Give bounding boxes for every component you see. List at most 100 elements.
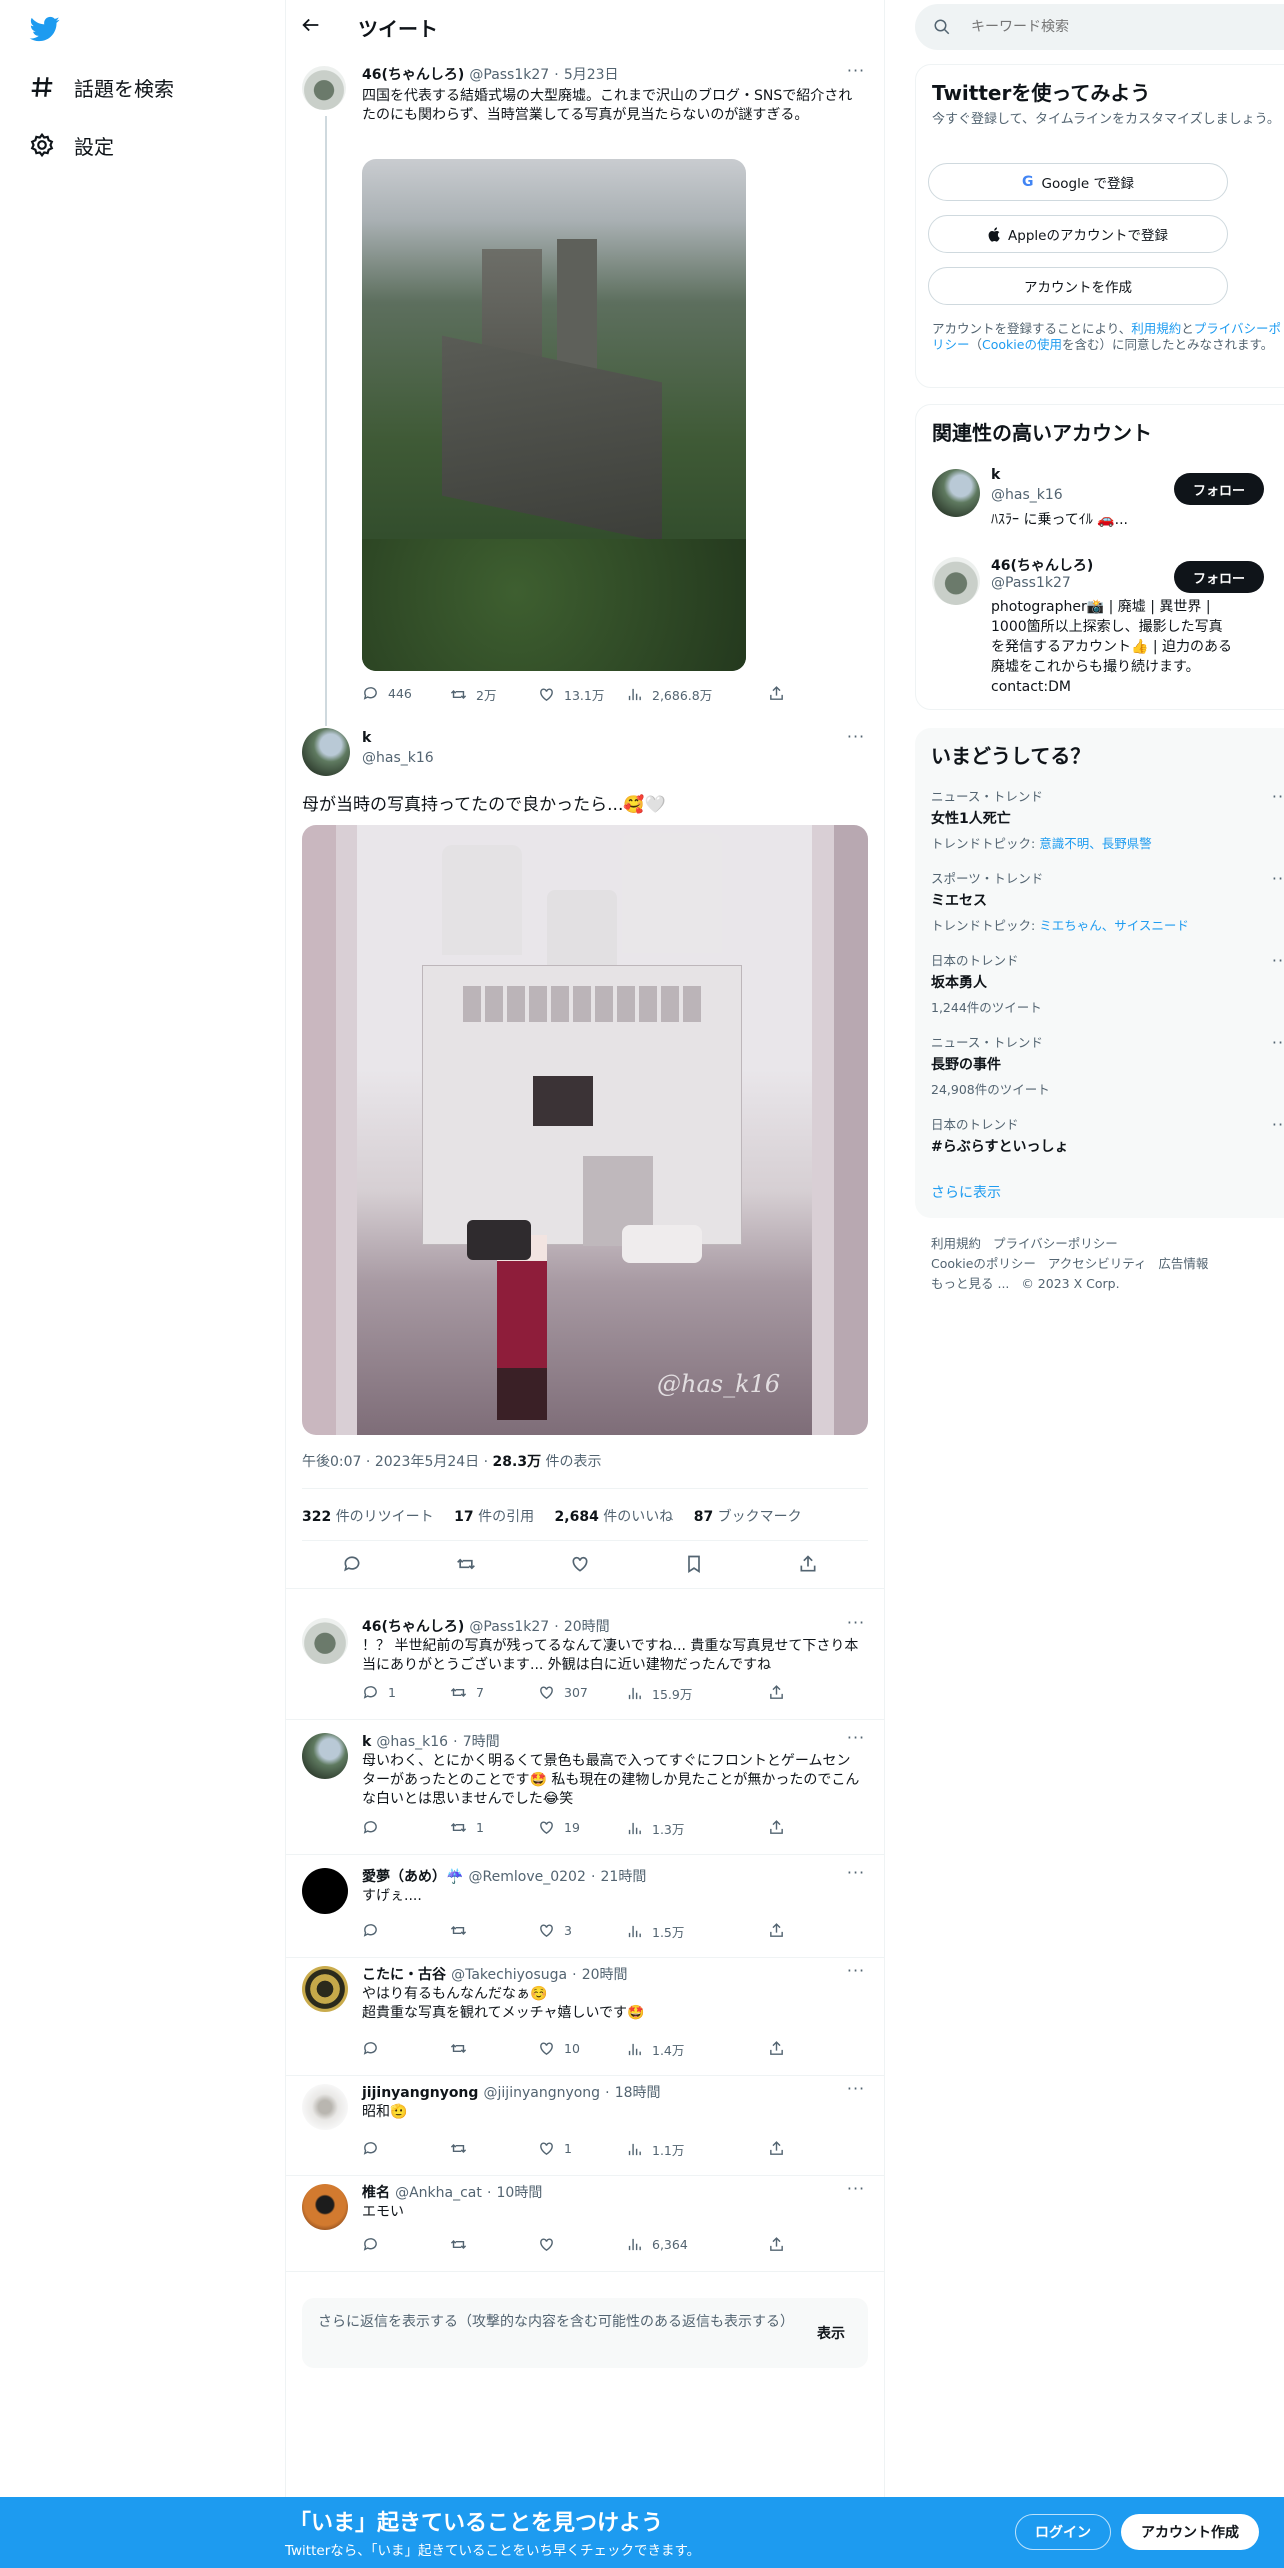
bookmarks-stat[interactable]: 87 ブックマーク (694, 1509, 802, 1525)
related-account[interactable]: k @has_k16 ﾊｽﾗｰ に乗ってｲﾙ 🚗... フォロー (932, 463, 1284, 543)
more-icon[interactable]: ··· (1271, 789, 1284, 812)
author-name[interactable]: k (362, 1734, 371, 1750)
retweet-button[interactable] (450, 2040, 476, 2057)
more-icon[interactable]: ··· (846, 1615, 866, 1638)
views-button[interactable]: 2,686.8万 (626, 685, 712, 704)
reply-tweet[interactable]: 椎名 @Ankha_cat · 10時間 ··· エモい 6,364 (286, 2176, 884, 2272)
share-button[interactable] (768, 2140, 785, 2157)
share-button[interactable] (768, 1684, 785, 1701)
trend-item[interactable]: 日本のトレンド #らぶらすといっしょ ··· (931, 1114, 1284, 1161)
more-icon[interactable]: ··· (846, 729, 866, 752)
like-button[interactable]: 13.1万 (538, 685, 604, 704)
author-handle[interactable]: @Takechiyosuga (451, 1967, 567, 1983)
share-button[interactable] (768, 1922, 785, 1939)
related-account[interactable]: 46(ちゃんしろ) @Pass1k27 photographer📸 | 廃墟 |… (932, 551, 1284, 701)
more-icon[interactable]: ··· (846, 2181, 866, 2204)
author-handle[interactable]: @Ankha_cat (395, 2185, 482, 2201)
back-arrow-icon[interactable] (300, 14, 326, 40)
like-button[interactable]: 1 (538, 2140, 572, 2157)
share-button[interactable] (768, 2040, 785, 2057)
twitter-logo-icon[interactable] (28, 14, 62, 44)
more-icon[interactable]: ··· (1271, 871, 1284, 894)
reply-button[interactable] (362, 2140, 388, 2157)
views-button[interactable]: 1.4万 (626, 2040, 684, 2059)
trend-topic-link[interactable]: ミエちゃん、サイスニード (1039, 918, 1189, 933)
like-button[interactable] (538, 2236, 564, 2253)
views-button[interactable]: 1.1万 (626, 2140, 684, 2159)
reply-tweet[interactable]: 愛夢（あめ）☔️ @Remlove_0202 · 21時間 ··· すげぇ.... 3… (286, 1860, 884, 1958)
tweet-time[interactable]: 7時間 (463, 1734, 500, 1750)
more-icon[interactable]: ··· (1271, 1117, 1284, 1140)
quotes-stat[interactable]: 17 件の引用 (454, 1509, 534, 1525)
trend-item[interactable]: 日本のトレンド坂本勇人 1,244件のツイート ··· (931, 950, 1284, 1016)
footer-ads[interactable]: 広告情報 (1158, 1256, 1208, 1271)
footer-terms[interactable]: 利用規約 (931, 1236, 981, 1251)
retweet-button[interactable] (450, 1922, 476, 1939)
account-handle[interactable]: @Pass1k27 (991, 575, 1071, 591)
avatar[interactable] (302, 2084, 348, 2130)
signup-button[interactable]: アカウント作成 (1121, 2514, 1259, 2550)
login-button[interactable]: ログイン (1015, 2514, 1111, 2550)
tweet-date[interactable]: 2023年5月24日 (375, 1454, 479, 1470)
views-button[interactable]: 1.3万 (626, 1819, 684, 1838)
nav-settings[interactable]: 設定 (28, 125, 114, 165)
more-icon[interactable]: ··· (1271, 953, 1284, 976)
more-icon[interactable]: ··· (846, 63, 866, 86)
more-icon[interactable]: ··· (1271, 1035, 1284, 1058)
trend-topic-link[interactable]: 意識不明、長野県警 (1039, 836, 1152, 851)
author-handle[interactable]: @jijinyangnyong (484, 2085, 601, 2101)
reply-icon[interactable] (342, 1554, 362, 1574)
share-icon[interactable] (798, 1554, 818, 1574)
reply-tweet[interactable]: jijinyangnyong @jijinyangnyong · 18時間 ···… (286, 2076, 884, 2176)
account-name[interactable]: 46(ちゃんしろ) (991, 555, 1093, 575)
avatar[interactable] (302, 728, 350, 776)
likes-stat[interactable]: 2,684 件のいいね (555, 1509, 674, 1525)
reply-button[interactable]: 1 (362, 1684, 396, 1701)
share-button[interactable] (768, 2236, 785, 2253)
tweet-time[interactable]: 20時間 (582, 1967, 628, 1983)
retweet-button[interactable]: 1 (450, 1819, 484, 1836)
follow-button[interactable]: フォロー (1174, 561, 1264, 593)
avatar[interactable] (932, 557, 980, 605)
nav-explore[interactable]: 話題を検索 (28, 67, 174, 107)
author-handle[interactable]: @has_k16 (362, 750, 434, 766)
author-name[interactable]: k (362, 730, 434, 746)
retweet-button[interactable]: 2万 (450, 685, 496, 704)
parent-tweet[interactable]: 46(ちゃんしろ) @Pass1k27 · 5月23日 ··· 四国を代表する結… (286, 58, 884, 726)
reply-tweet[interactable]: 46(ちゃんしろ) @Pass1k27 · 20時間 ···！？ 半世紀前の写真が… (286, 1610, 884, 1720)
author-handle[interactable]: @Remlove_0202 (469, 1869, 586, 1885)
like-button[interactable]: 19 (538, 1819, 580, 1836)
reply-button[interactable]: 446 (362, 685, 412, 702)
tweet-photo[interactable]: @has_k16 (302, 825, 868, 1435)
author-name[interactable]: こたに・古谷 (362, 1967, 446, 1983)
retweets-stat[interactable]: 322 件のリツイート (302, 1509, 434, 1525)
avatar[interactable] (302, 1966, 348, 2012)
more-icon[interactable]: ··· (846, 2081, 866, 2104)
avatar[interactable] (302, 1618, 348, 1664)
create-account-button[interactable]: アカウントを作成 (928, 267, 1228, 305)
author-name[interactable]: jijinyangnyong (362, 2085, 478, 2101)
google-signup-button[interactable]: G Google で登録 (928, 163, 1228, 201)
retweet-button[interactable] (450, 2236, 476, 2253)
retweet-button[interactable] (450, 2140, 476, 2157)
reply-button[interactable] (362, 1819, 388, 1836)
author-name[interactable]: 椎名 (362, 2185, 390, 2201)
like-button[interactable]: 10 (538, 2040, 580, 2057)
more-icon[interactable]: ··· (846, 1963, 866, 1986)
cookie-link[interactable]: Cookieの使用 (982, 337, 1062, 352)
search-input[interactable] (971, 19, 1251, 35)
avatar[interactable] (302, 1868, 348, 1914)
avatar[interactable] (302, 1733, 348, 1779)
trend-item[interactable]: ニュース・トレンド長野の事件 24,908件のツイート ··· (931, 1032, 1284, 1098)
views-button[interactable]: 15.9万 (626, 1684, 692, 1703)
footer-cookie[interactable]: Cookieのポリシー (931, 1256, 1036, 1271)
tweet-time[interactable]: 午後0:07 (302, 1454, 361, 1470)
author-handle[interactable]: @Pass1k27 (469, 1619, 549, 1635)
reply-button[interactable] (362, 1922, 388, 1939)
apple-signup-button[interactable]: Appleのアカウントで登録 (928, 215, 1228, 253)
trend-item[interactable]: スポーツ・トレンドミエセストレンドトピック: ミエちゃん、サイスニード ··· (931, 868, 1284, 934)
show-more-button[interactable]: 表示 (817, 2323, 845, 2343)
reply-button[interactable] (362, 2040, 388, 2057)
tweet-time[interactable]: 21時間 (601, 1869, 647, 1885)
account-name[interactable]: k (991, 467, 1000, 483)
